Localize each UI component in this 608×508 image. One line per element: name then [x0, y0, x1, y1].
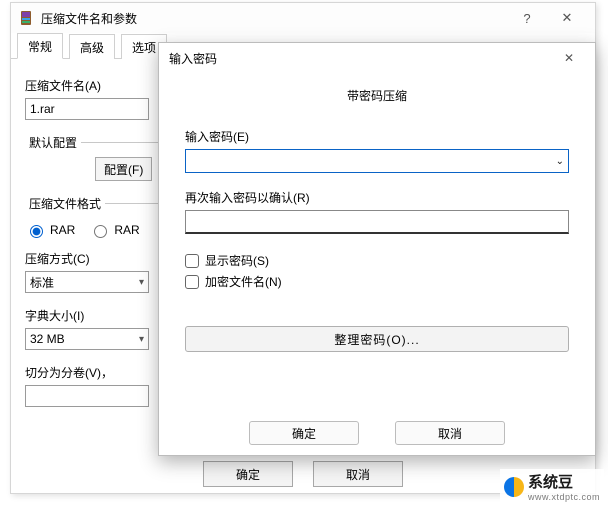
parent-ok-button[interactable]: 确定	[203, 461, 293, 487]
watermark-url: www.xtdptc.com	[528, 492, 600, 502]
filename-input[interactable]	[25, 98, 149, 120]
modal-titlebar: 输入密码 ✕	[159, 43, 595, 73]
method-value: 标准	[30, 274, 54, 291]
dict-select[interactable]: 32 MB ▾	[25, 328, 149, 350]
format-rar5-label: RAR	[114, 223, 139, 237]
format-legend: 压缩文件格式	[25, 195, 105, 212]
show-password-checkbox[interactable]	[185, 254, 199, 268]
modal-ok-button[interactable]: 确定	[249, 421, 359, 445]
modal-title: 输入密码	[169, 50, 553, 67]
chevron-down-icon: ▾	[139, 334, 144, 345]
password-label: 输入密码(E)	[185, 128, 569, 145]
format-rar-radio[interactable]	[30, 225, 43, 238]
method-select[interactable]: 标准 ▾	[25, 271, 149, 293]
show-password-option[interactable]: 显示密码(S)	[185, 252, 569, 269]
dict-value: 32 MB	[30, 332, 65, 346]
format-rar-option[interactable]: RAR	[25, 222, 75, 238]
show-password-label: 显示密码(S)	[205, 252, 269, 269]
password-dialog: 输入密码 ✕ 带密码压缩 输入密码(E) ⌄ 再次输入密码以确认(R) 显示密码…	[158, 42, 596, 456]
modal-close-button[interactable]: ✕	[553, 46, 585, 70]
encrypt-names-label: 加密文件名(N)	[205, 273, 282, 290]
format-rar5-radio[interactable]	[94, 225, 107, 238]
tab-general[interactable]: 常规	[17, 33, 63, 59]
watermark-logo-icon	[504, 477, 524, 497]
modal-cancel-button[interactable]: 取消	[395, 421, 505, 445]
chevron-down-icon: ▾	[139, 277, 144, 288]
watermark: 系统豆 www.xtdptc.com	[500, 469, 604, 504]
confirm-password-label: 再次输入密码以确认(R)	[185, 189, 569, 206]
parent-cancel-button[interactable]: 取消	[313, 461, 403, 487]
password-input[interactable]: ⌄	[185, 149, 569, 173]
modal-subtitle: 带密码压缩	[159, 87, 595, 104]
confirm-password-input[interactable]	[185, 210, 569, 234]
app-icon	[19, 10, 35, 26]
format-rar5-option[interactable]: RAR	[89, 222, 139, 238]
watermark-text: 系统豆	[528, 471, 600, 492]
titlebar: 压缩文件名和参数 ? ✕	[11, 3, 595, 33]
chevron-down-icon: ⌄	[556, 156, 564, 167]
organize-passwords-button[interactable]: 整理密码(O)...	[185, 326, 569, 352]
modal-body: 输入密码(E) ⌄ 再次输入密码以确认(R) 显示密码(S) 加密文件名(N) …	[159, 128, 595, 352]
encrypt-names-option[interactable]: 加密文件名(N)	[185, 273, 569, 290]
tab-advanced[interactable]: 高级	[69, 34, 115, 59]
profile-button[interactable]: 配置(F)	[95, 157, 152, 181]
encrypt-names-checkbox[interactable]	[185, 275, 199, 289]
split-input[interactable]	[25, 385, 149, 407]
window-title: 压缩文件名和参数	[41, 10, 507, 27]
format-rar-label: RAR	[50, 223, 75, 237]
modal-footer: 确定 取消	[159, 421, 595, 445]
profile-legend: 默认配置	[25, 134, 81, 151]
close-button[interactable]: ✕	[547, 5, 587, 31]
help-button[interactable]: ?	[507, 5, 547, 31]
